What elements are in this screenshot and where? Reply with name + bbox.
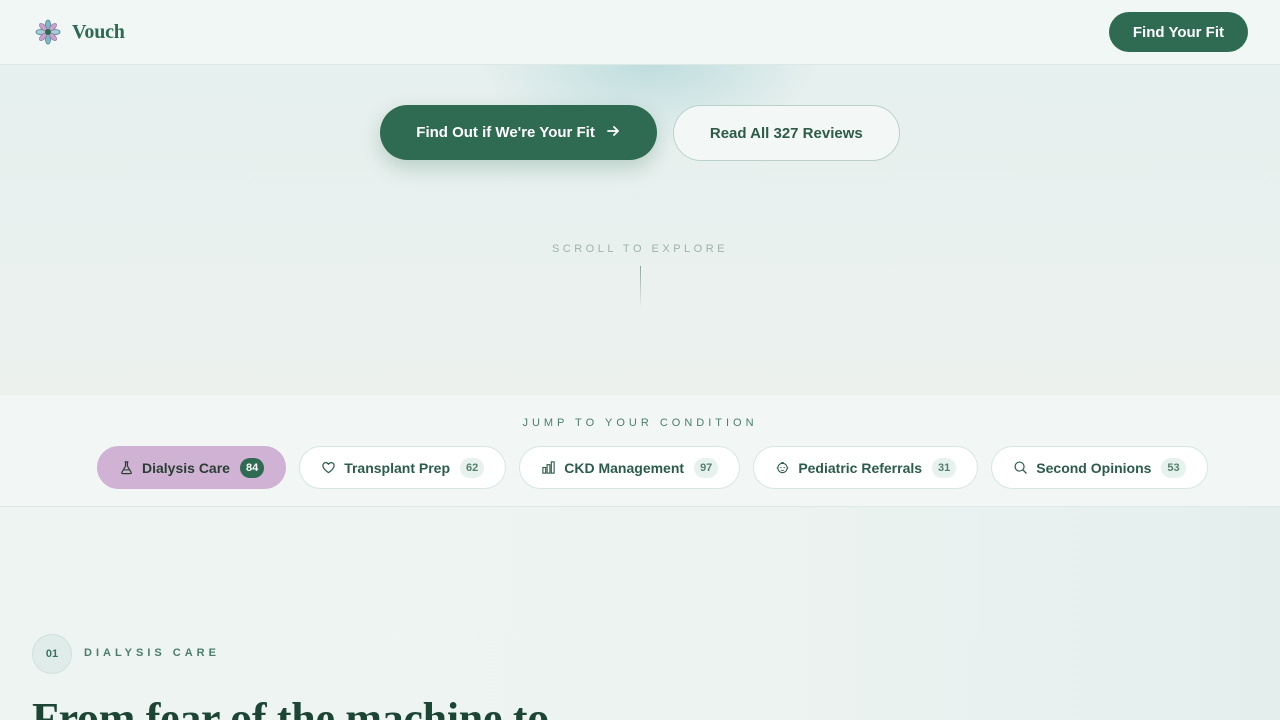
condition-chips: Dialysis Care 84 Transplant Prep 62 CKD …: [97, 446, 1208, 489]
hero-section: Find Out if We're Your Fit Read All 327 …: [0, 65, 1280, 395]
scroll-indicator-line: [640, 266, 641, 308]
condition-nav-title: JUMP TO YOUR CONDITION: [522, 417, 758, 429]
find-out-fit-button[interactable]: Find Out if We're Your Fit: [380, 105, 657, 160]
find-your-fit-button[interactable]: Find Your Fit: [1108, 12, 1248, 52]
bar-chart-icon: [540, 460, 556, 476]
chip-count: 84: [239, 457, 265, 478]
chip-label: Transplant Prep: [344, 459, 451, 476]
chip-pediatric-referrals[interactable]: Pediatric Referrals 31: [753, 446, 979, 489]
chip-count: 97: [694, 457, 719, 478]
chip-label: Second Opinions: [1036, 459, 1152, 476]
arrow-right-icon: [605, 123, 621, 143]
condition-nav: JUMP TO YOUR CONDITION Dialysis Care 84 …: [0, 395, 1280, 507]
chip-count: 53: [1161, 457, 1186, 478]
section-heading: From fear of the machine to: [32, 694, 549, 720]
chip-label: Dialysis Care: [142, 459, 230, 476]
scroll-hint: SCROLL TO EXPLORE: [551, 243, 729, 255]
read-reviews-button[interactable]: Read All 327 Reviews: [672, 105, 900, 161]
chip-label: CKD Management: [564, 459, 685, 476]
baby-icon: [774, 460, 790, 476]
chip-second-opinions[interactable]: Second Opinions 53: [991, 446, 1208, 489]
brand[interactable]: Vouch: [34, 18, 125, 46]
chip-transplant-prep[interactable]: Transplant Prep 62: [299, 446, 507, 489]
chip-count: 31: [932, 457, 957, 478]
find-out-fit-label: Find Out if We're Your Fit: [416, 124, 595, 141]
chip-count: 62: [460, 457, 485, 478]
chip-label: Pediatric Referrals: [798, 459, 923, 476]
hero-actions: Find Out if We're Your Fit Read All 327 …: [0, 105, 1280, 161]
flask-icon: [118, 460, 134, 476]
heart-icon: [320, 460, 336, 476]
site-header: Vouch Find Your Fit: [0, 0, 1280, 65]
flower-icon: [34, 18, 62, 46]
section-number-badge: 01: [32, 634, 72, 674]
brand-name: Vouch: [72, 20, 125, 43]
section-label: DIALYSIS CARE: [84, 647, 220, 659]
chip-ckd-management[interactable]: CKD Management 97: [519, 446, 741, 489]
dialysis-care-section: 01 DIALYSIS CARE From fear of the machin…: [0, 507, 1280, 720]
chip-dialysis-care[interactable]: Dialysis Care 84: [97, 446, 287, 489]
search-icon: [1012, 460, 1028, 476]
